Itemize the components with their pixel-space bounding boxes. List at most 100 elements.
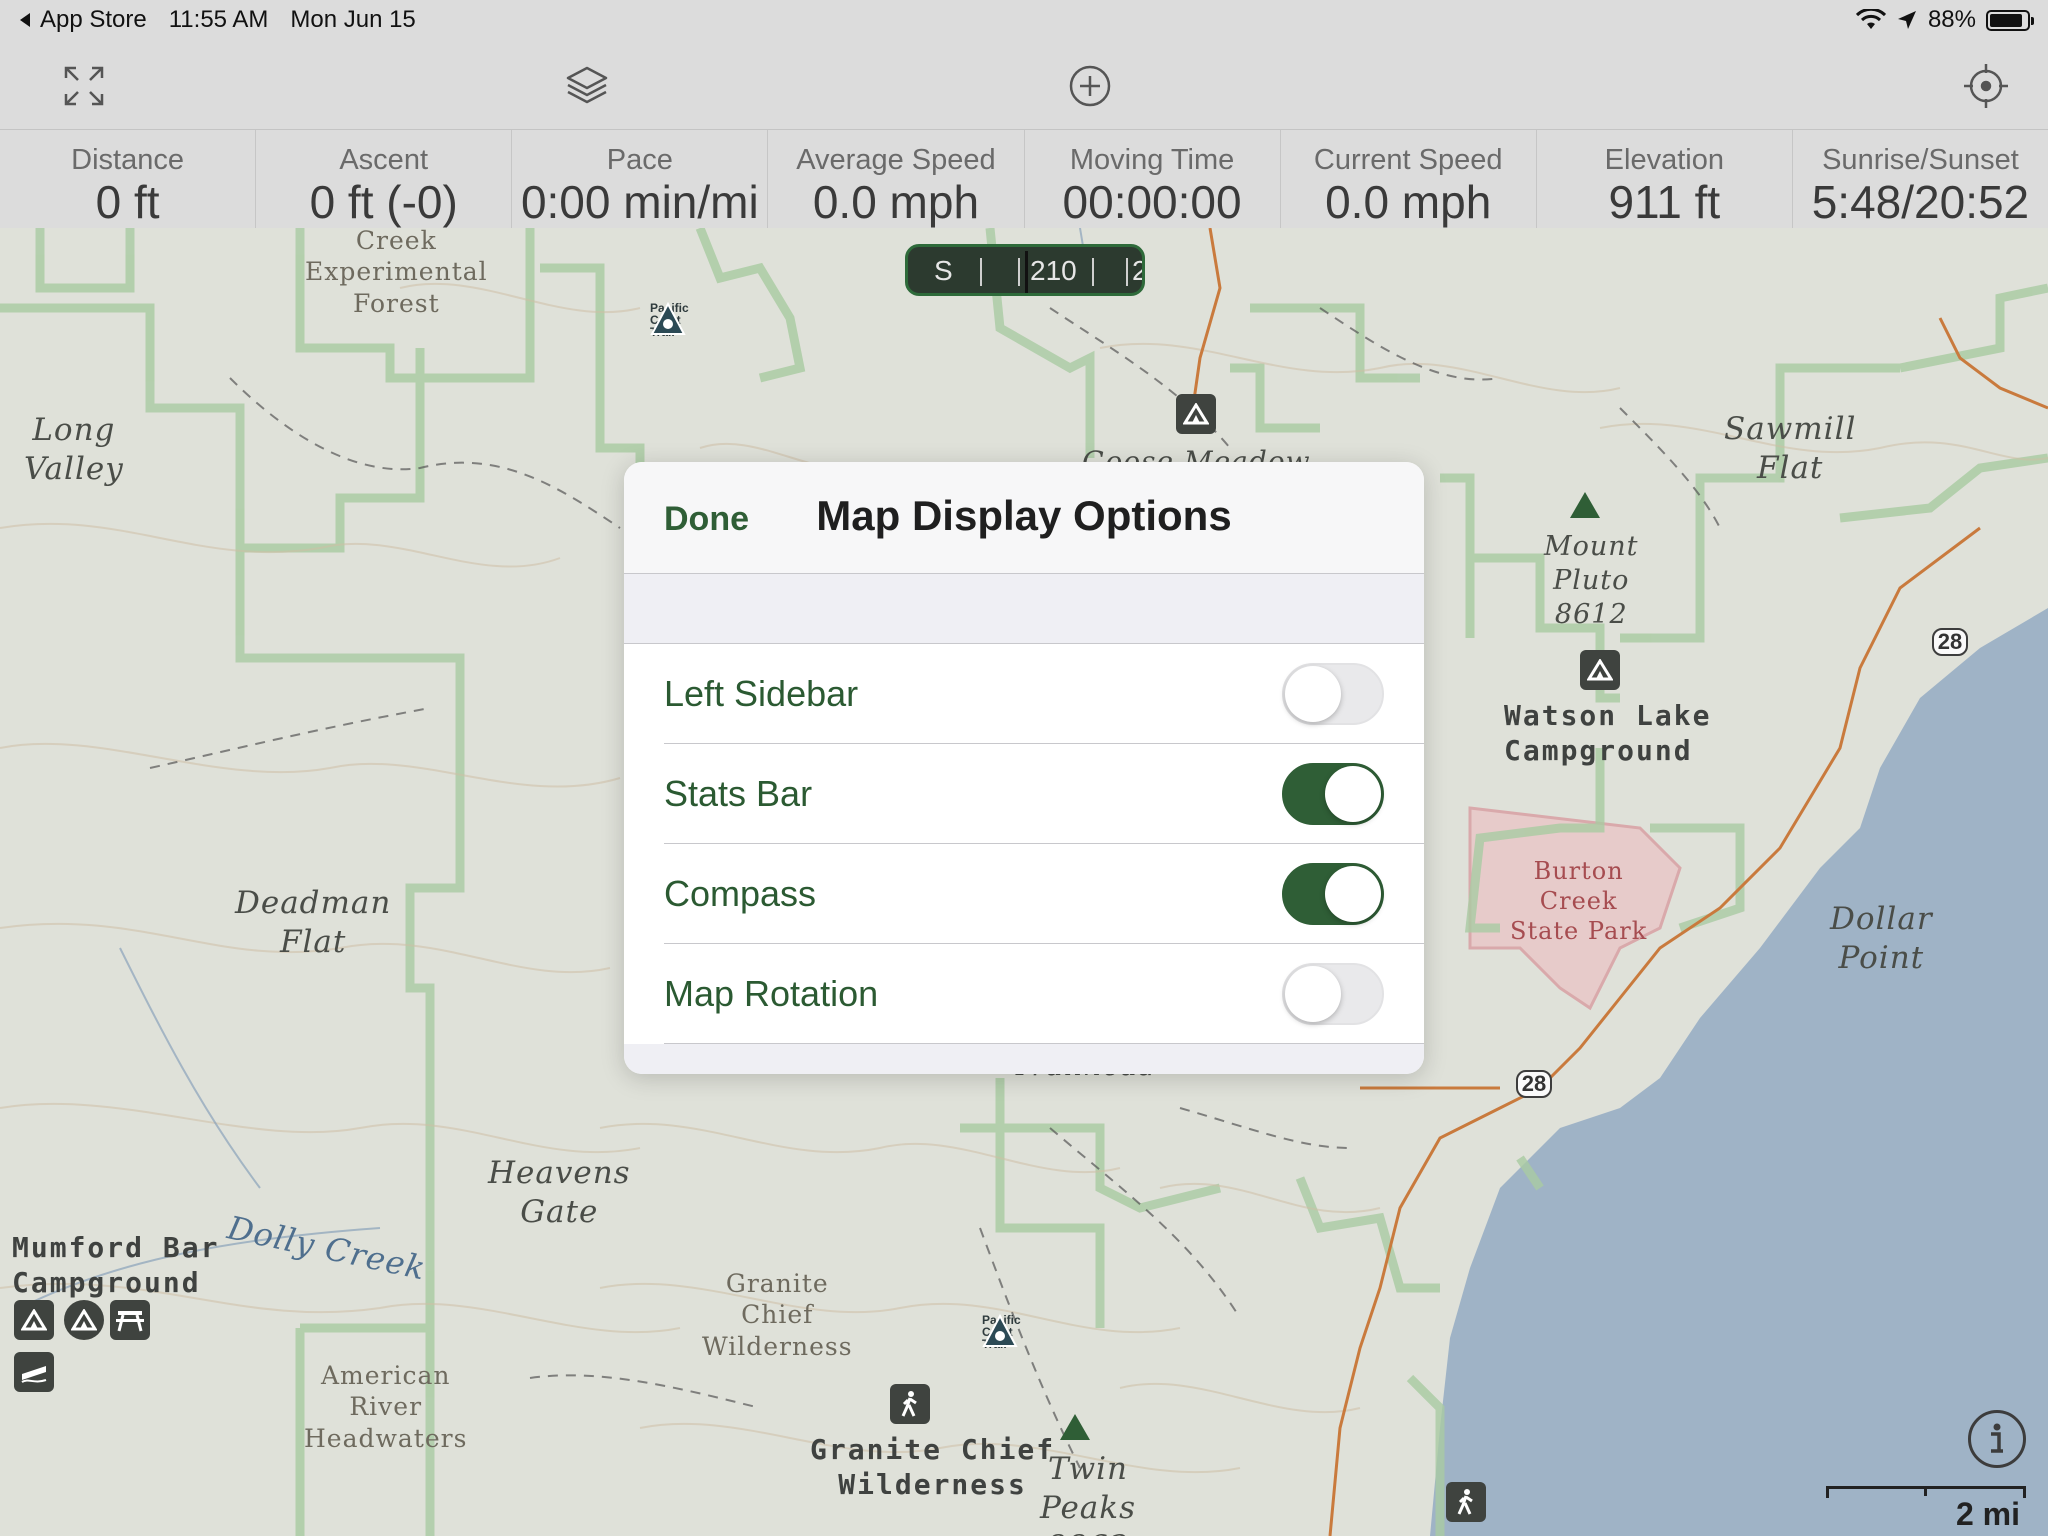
status-bar: App Store 11:55 AM Mon Jun 15 88%: [0, 0, 2048, 40]
wifi-icon: [1855, 9, 1886, 29]
layers-button[interactable]: [559, 58, 615, 114]
stats-bar-toggle[interactable]: [1282, 763, 1384, 825]
back-triangle-icon: [20, 13, 30, 27]
toolbar: [0, 40, 2048, 130]
battery-percent: 88%: [1927, 6, 1976, 33]
map-label-deadman-flat: Deadman Flat: [235, 885, 392, 960]
locate-me-button[interactable]: [1958, 58, 2014, 114]
compass-tick: [1126, 258, 1128, 286]
stats-bar: Distance 0 ft Ascent 0 ft (-0) Pace 0:00…: [0, 130, 2048, 228]
stat-value: 0:00 min/mi: [520, 176, 759, 228]
option-left-sidebar: Left Sidebar: [624, 644, 1424, 744]
pct-shield-icon: [650, 302, 686, 335]
toggle-knob: [1325, 766, 1381, 822]
route-shield: 28: [1932, 628, 1968, 656]
picnic-icon[interactable]: [110, 1300, 150, 1340]
peak-icon: [1570, 492, 1600, 518]
pct-shield-icon: [982, 1314, 1018, 1347]
back-app-label: App Store: [40, 6, 147, 33]
stat-label: Average Speed: [796, 144, 996, 176]
map-label-heavens-gate: Heavens Gate: [488, 1155, 631, 1230]
hiker-icon[interactable]: [1446, 1482, 1486, 1522]
map-label-sawmill-flat: Sawmill Flat: [1724, 411, 1857, 486]
peak-icon: [1060, 1414, 1090, 1440]
left-sidebar-toggle[interactable]: [1282, 663, 1384, 725]
campground-alt-icon[interactable]: [64, 1300, 104, 1340]
option-map-rotation: Map Rotation: [624, 944, 1424, 1044]
map-label-long-valley: Long Valley: [24, 412, 124, 487]
compass-tick: [1018, 258, 1020, 286]
option-label: Stats Bar: [664, 773, 813, 814]
campground-icon[interactable]: [1580, 650, 1620, 690]
stat-ascent[interactable]: Ascent 0 ft (-0): [256, 130, 513, 228]
stat-distance[interactable]: Distance 0 ft: [0, 130, 257, 228]
stat-value: 0 ft (-0): [309, 176, 458, 228]
info-icon: [1991, 1423, 2003, 1453]
compass-needle: [1025, 251, 1028, 293]
map-label-granite-chief-small: Granite Chief Wilderness: [702, 1269, 853, 1361]
add-waypoint-button[interactable]: [1062, 58, 1118, 114]
compass-heading: 210: [1030, 255, 1077, 286]
stat-current-speed[interactable]: Current Speed 0.0 mph: [1281, 130, 1537, 228]
toggle-knob: [1285, 666, 1341, 722]
battery-icon: [1986, 9, 2034, 31]
campground-icon[interactable]: [14, 1300, 54, 1340]
stat-label: Moving Time: [1069, 144, 1235, 176]
stat-value: 0.0 mph: [812, 176, 980, 228]
map-label-watson-lake: Watson Lake Campground: [1504, 699, 1712, 767]
add-circle-icon: [1069, 65, 1111, 107]
stat-value: 0.0 mph: [1325, 176, 1492, 228]
pct-marker[interactable]: Pacific Crest Trail: [650, 302, 689, 338]
status-date: Mon Jun 15: [290, 6, 416, 33]
campground-icon[interactable]: [1176, 394, 1216, 434]
option-label: Map Rotation: [664, 973, 879, 1014]
scale-label: 2 mi: [1955, 1496, 2020, 1532]
map-label-mumford-bar: Mumford Bar Campground: [12, 1231, 220, 1299]
option-stats-bar: Stats Bar: [624, 744, 1424, 844]
back-to-app-link[interactable]: App Store: [18, 6, 147, 34]
stat-value: 5:48/20:52: [1811, 176, 2030, 228]
stat-value: 0 ft: [95, 176, 160, 228]
map-label-american-river: American River Headwaters: [304, 1361, 468, 1453]
route-shield: 28: [1516, 1070, 1552, 1098]
location-arrow-icon: [1897, 11, 1916, 29]
compass-strip[interactable]: S 210 2: [905, 244, 1145, 296]
pct-marker[interactable]: Pacific Crest Trail: [982, 1314, 1021, 1350]
compass-toggle[interactable]: [1282, 863, 1384, 925]
stat-label: Pace: [606, 144, 673, 176]
compass-tick: [980, 258, 982, 286]
stat-value: 00:00:00: [1062, 176, 1242, 228]
stat-label: Current Speed: [1313, 144, 1503, 176]
locate-icon: [1964, 64, 2008, 108]
map-scale-bar: 2 mi: [1826, 1480, 2032, 1536]
fullscreen-icon: [64, 66, 104, 106]
option-label: Left Sidebar: [664, 673, 859, 714]
section-footer: [624, 1044, 1424, 1074]
map-info-button[interactable]: [1968, 1410, 2026, 1468]
hiker-icon[interactable]: [890, 1384, 930, 1424]
map-label-twin-peaks: Twin Peaks 8862: [1040, 1451, 1136, 1536]
section-spacer: [624, 574, 1424, 644]
compass-tick: [1092, 258, 1094, 286]
fullscreen-button[interactable]: [56, 58, 112, 114]
option-compass: Compass: [624, 844, 1424, 944]
map-rotation-toggle[interactable]: [1282, 963, 1384, 1025]
stat-label: Ascent: [339, 144, 429, 176]
stat-moving-time[interactable]: Moving Time 00:00:00: [1025, 130, 1281, 228]
compass-direction: S: [934, 255, 953, 286]
boat-launch-icon[interactable]: [14, 1352, 54, 1392]
stat-average-speed[interactable]: Average Speed 0.0 mph: [768, 130, 1025, 228]
dialog-header: Map Display Options Done: [624, 462, 1424, 574]
stat-label: Distance: [71, 144, 184, 176]
app-screen: Creek Experimental Forest Long Valley Go…: [0, 0, 2048, 1536]
stat-label: Elevation: [1604, 144, 1724, 176]
layers-icon: [566, 66, 608, 104]
map-label-burton-creek: Burton Creek State Park: [1510, 857, 1648, 945]
done-button[interactable]: Done: [664, 500, 749, 539]
stat-pace[interactable]: Pace 0:00 min/mi: [512, 130, 769, 228]
option-label: Compass: [664, 873, 817, 914]
map-display-options-dialog: Map Display Options Done Left Sidebar St…: [624, 462, 1424, 1074]
stat-elevation[interactable]: Elevation 911 ft: [1537, 130, 1793, 228]
stat-sunrise-sunset[interactable]: Sunrise/Sunset 5:48/20:52: [1793, 130, 2048, 228]
map-label-creek-forest: Creek Experimental Forest: [305, 228, 488, 318]
